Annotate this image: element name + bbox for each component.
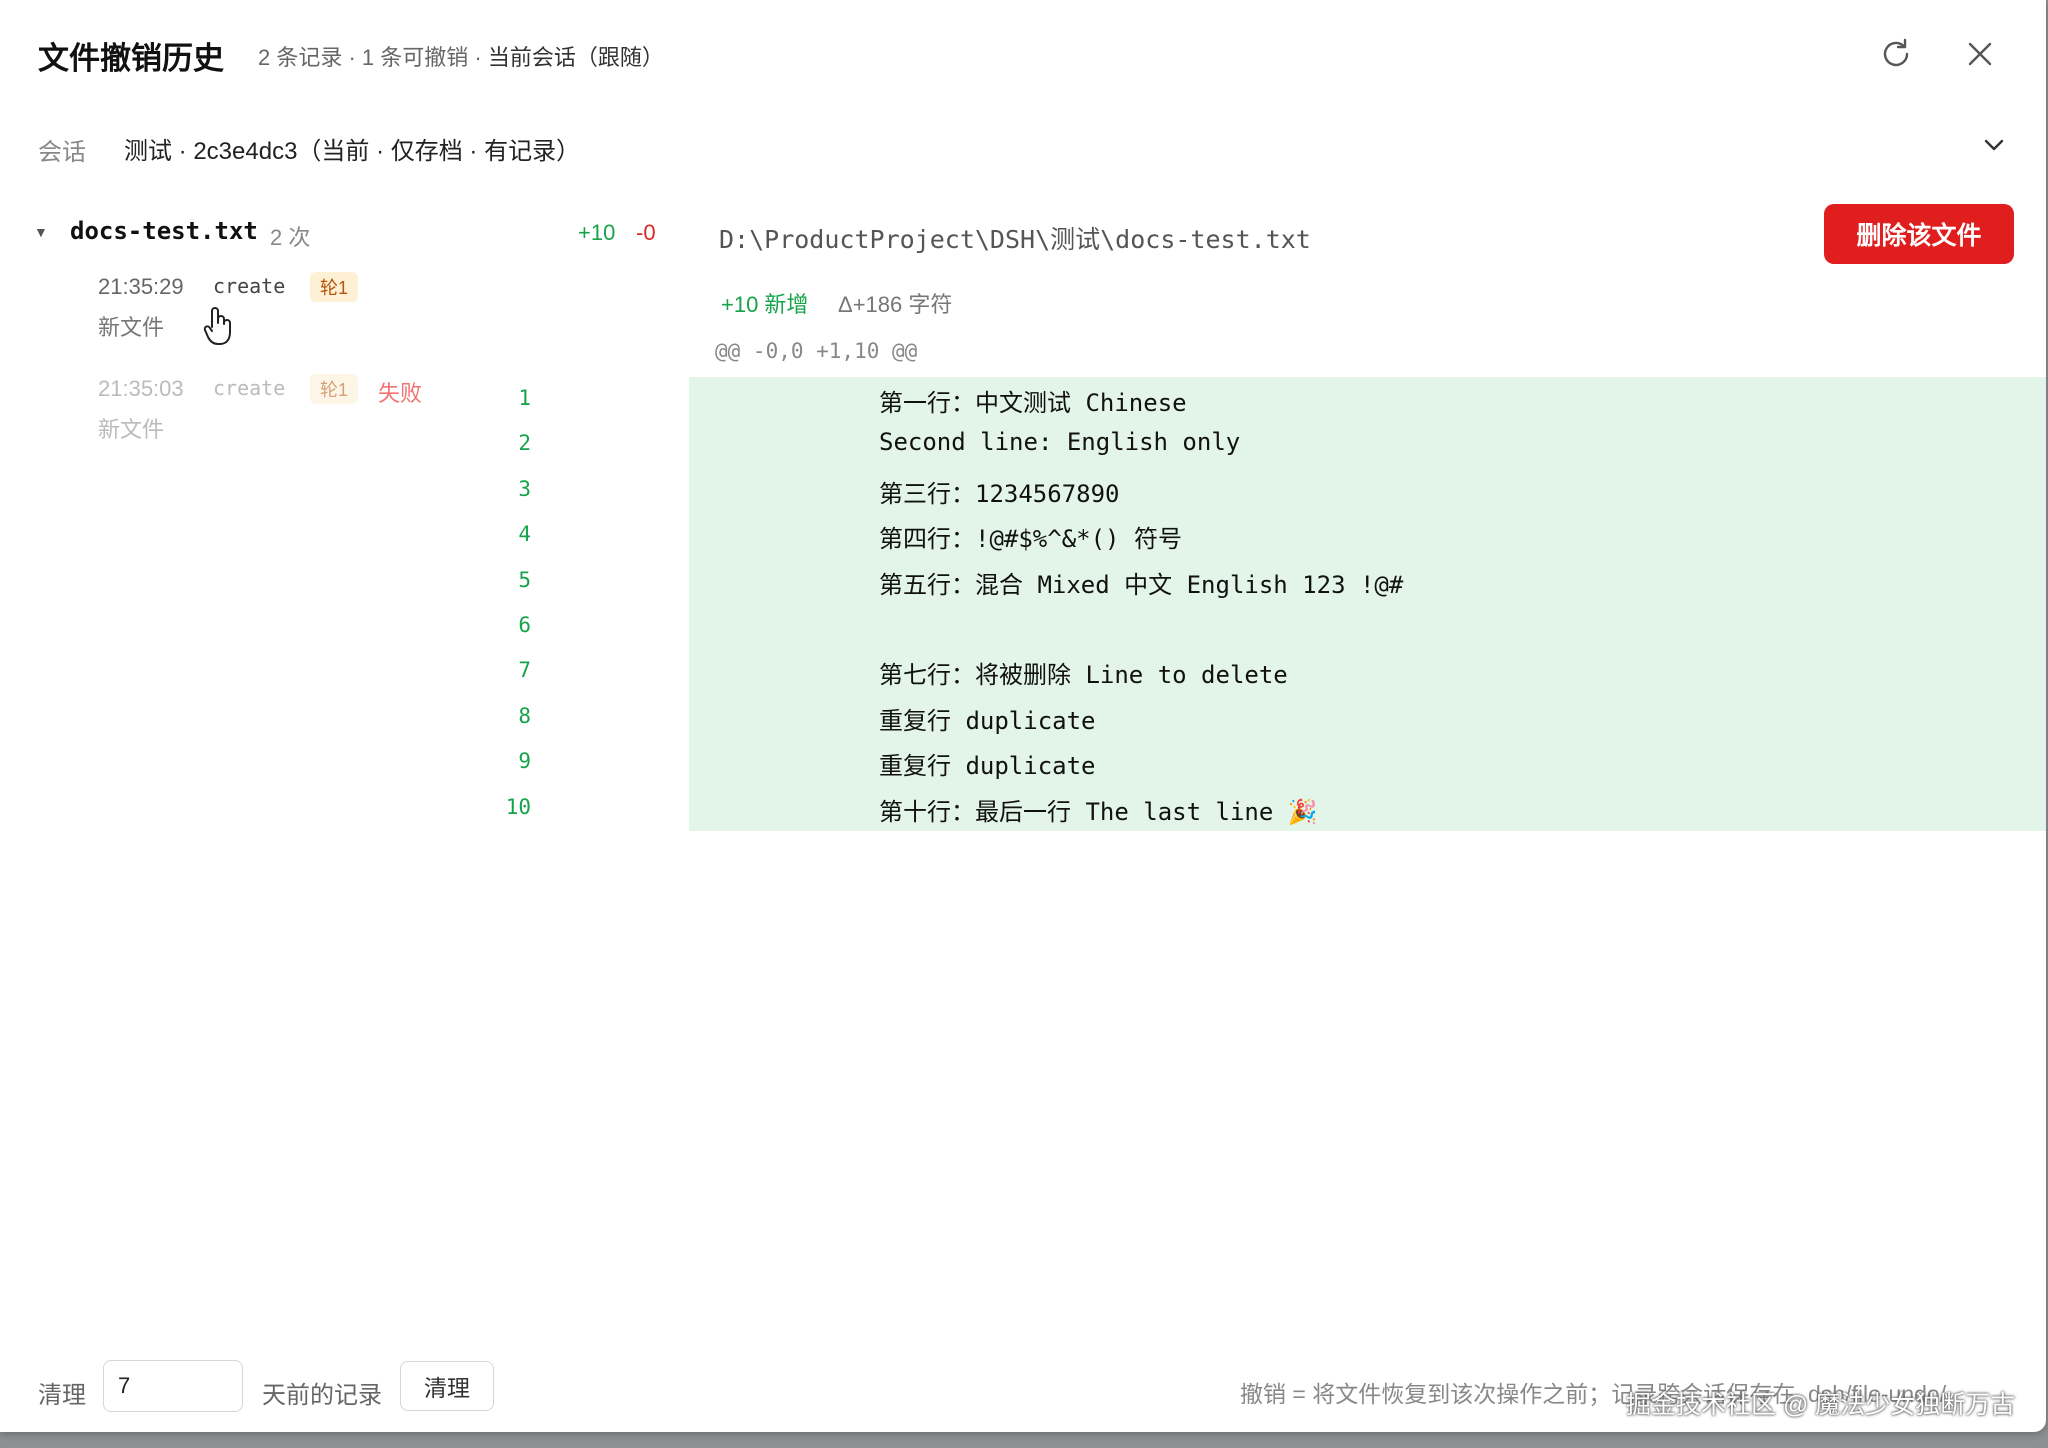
file-undo-history-dialog: 文件撤销历史 2 条记录 · 1 条可撤销 · 当前会话（跟随） 会话 测试 ·… [0, 0, 2046, 1432]
history-entry[interactable]: 21:35:03 create 轮1 失败 新文件 [98, 374, 658, 454]
subtitle-current-session: 当前会话（跟随） [487, 45, 664, 70]
clean-button[interactable]: 清理 [400, 1361, 494, 1411]
chevron-down-icon[interactable] [1976, 130, 2012, 160]
line-number: 1 [518, 386, 531, 410]
file-name: docs-test.txt [70, 217, 258, 245]
file-op-count: 2 次 [270, 225, 311, 250]
days-input[interactable] [103, 1360, 243, 1412]
line-number: 8 [518, 703, 531, 728]
line-text: 第七行：将被删除 Line to delete [879, 661, 1288, 690]
delete-file-button[interactable]: 删除该文件 [1824, 204, 2014, 264]
entry-description: 新文件 [98, 315, 165, 340]
diff-line: 1 第一行：中文测试 Chinese [518, 377, 2046, 422]
watermark: 掘金技术社区 @ 魔法少女独断万古 [1626, 1391, 2016, 1419]
round-badge: 轮1 [310, 272, 359, 302]
line-text: 第三行：1234567890 [879, 479, 1120, 508]
diff-line: 6 [518, 604, 2046, 649]
entry-time: 21:35:29 [98, 274, 184, 299]
added-lines-stat: +10 新增 [721, 292, 809, 317]
line-text: Second line: English only [879, 428, 1241, 457]
line-number: 2 [518, 431, 531, 456]
line-number: 3 [518, 476, 531, 501]
diff-line: 5 第五行：混合 Mixed 中文 English 123 !@# [518, 559, 2046, 604]
line-number: 6 [518, 612, 531, 637]
session-select[interactable]: 测试 · 2c3e4dc3（当前 · 仅存档 · 有记录） [124, 131, 580, 166]
line-text: 第五行：混合 Mixed 中文 English 123 !@# [879, 570, 1404, 599]
history-entry[interactable]: 21:35:29 create 轮1 新文件 [98, 272, 658, 352]
failed-status: 失败 [378, 381, 423, 406]
diff-view: 1 第一行：中文测试 Chinese 2 Second line: English … [506, 377, 2046, 831]
line-number: 9 [518, 749, 531, 774]
diff-hunk-header: @@ -0,0 +1,10 @@ [715, 339, 918, 363]
entry-operation: create [213, 274, 286, 298]
round-badge: 轮1 [310, 374, 359, 404]
file-removed-count: -0 [636, 220, 656, 245]
line-text: 第十行：最后一行 The last line 🎉 [879, 797, 1318, 826]
file-path: D:\ProductProject\DSH\测试\docs-test.txt [719, 225, 1311, 254]
triangle-down-icon[interactable]: ▼ [34, 224, 48, 240]
line-number: 7 [518, 658, 531, 683]
session-label: 会话 [38, 139, 86, 166]
entry-operation: create [213, 376, 286, 400]
line-text: 第四行：!@#$%^&*() 符号 [879, 525, 1182, 554]
line-text: 重复行 duplicate [879, 706, 1096, 735]
dialog-title: 文件撤销历史 [38, 41, 224, 76]
diff-line: 8 重复行 duplicate [518, 695, 2046, 740]
close-icon[interactable] [1960, 34, 2000, 74]
diff-line: 10 第十行：最后一行 The last line 🎉 [506, 786, 2046, 831]
line-number: 5 [518, 567, 531, 592]
clean-label: 清理 [38, 1382, 86, 1409]
diff-line: 4 第四行：!@#$%^&*() 符号 [518, 513, 2046, 558]
refresh-icon[interactable] [1876, 34, 1916, 74]
dialog-subtitle: 2 条记录 · 1 条可撤销 · 当前会话（跟随） [258, 40, 664, 72]
subtitle-summary: 2 条记录 · 1 条可撤销 · [258, 45, 488, 70]
hand-pointer-icon [202, 305, 234, 347]
file-added-count: +10 [578, 220, 616, 245]
file-group-row[interactable]: ▼ docs-test.txt 2 次 +10 -0 [34, 214, 668, 254]
diff-line: 7 第七行：将被删除 Line to delete [518, 649, 2046, 694]
line-text: 重复行 duplicate [879, 752, 1096, 781]
char-delta-stat: Δ+186 字符 [838, 292, 953, 317]
line-text: 第一行：中文测试 Chinese [879, 389, 1187, 417]
entry-time: 21:35:03 [98, 376, 184, 401]
entry-description: 新文件 [98, 417, 165, 442]
diff-line: 3 第三行：1234567890 [518, 468, 2046, 513]
line-number: 10 [505, 794, 531, 819]
line-number: 4 [518, 522, 531, 547]
diff-line: 2 Second line: English only [518, 422, 2046, 467]
diff-line: 9 重复行 duplicate [518, 740, 2046, 785]
days-suffix-label: 天前的记录 [262, 1382, 382, 1409]
